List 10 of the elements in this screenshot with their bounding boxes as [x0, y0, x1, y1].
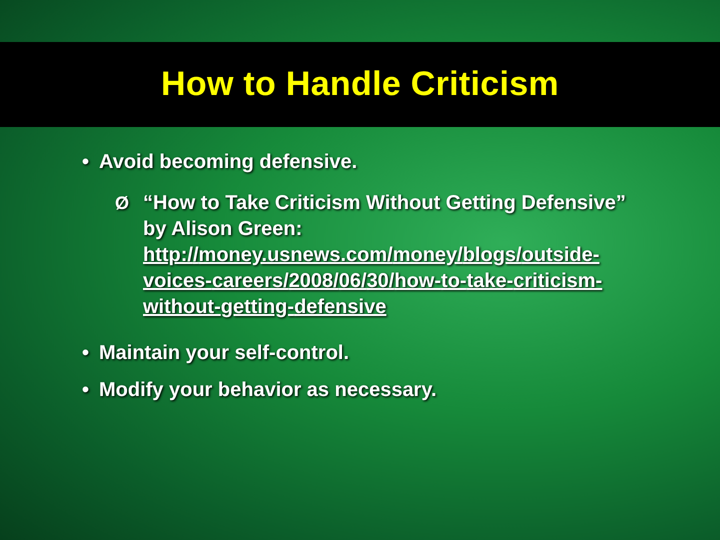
slide-title: How to Handle Criticism — [161, 65, 559, 104]
bullet-text: Avoid becoming defensive. — [99, 151, 358, 174]
bullet-text: Modify your behavior as necessary. — [99, 379, 437, 402]
bullet-marker: • — [82, 342, 90, 365]
sub-bullet-marker: Ø — [115, 192, 130, 215]
article-link[interactable]: http://money.usnews.com/money/blogs/outside-voices-careers/2008/06/30/how-to-take-criticism-without-getting-defensive — [143, 242, 653, 320]
bullet-text: Maintain your self-control. — [99, 342, 350, 365]
bullet-marker: • — [82, 151, 90, 174]
bullet-marker: • — [82, 379, 90, 402]
sub-bullet-text: “How to Take Criticism Without Getting Defensive” by Alison Green: — [143, 191, 627, 242]
